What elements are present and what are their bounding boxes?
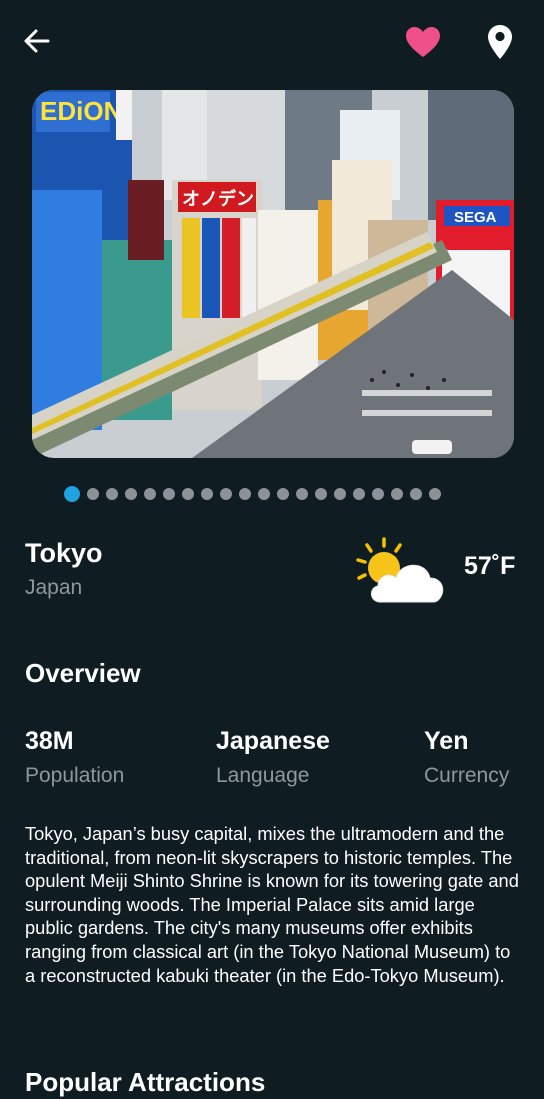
gallery-dot[interactable] <box>106 488 118 500</box>
arrow-left-icon <box>24 29 50 53</box>
stat-population-value: 38M <box>25 727 74 755</box>
gallery-dot[interactable] <box>87 488 99 500</box>
temperature: 57˚F <box>464 552 516 580</box>
back-button[interactable] <box>18 22 56 60</box>
gallery-dot[interactable] <box>64 486 80 502</box>
gallery-dot[interactable] <box>239 488 251 500</box>
stat-language-label: Language <box>216 764 310 787</box>
svg-text:オノデン: オノデン <box>182 188 254 210</box>
svg-text:SEGA: SEGA <box>454 209 497 226</box>
partly-sunny-icon <box>354 536 448 608</box>
city-name: Tokyo <box>25 538 103 568</box>
overview-heading: Overview <box>25 658 141 688</box>
city-description: Tokyo, Japan’s busy capital, mixes the u… <box>25 823 519 986</box>
gallery-dot[interactable] <box>163 488 175 500</box>
gallery-dot[interactable] <box>125 488 137 500</box>
stat-population-label: Population <box>25 764 125 787</box>
gallery-dot[interactable] <box>220 488 232 500</box>
stat-currency-label: Currency <box>424 764 510 787</box>
svg-text:EDiON: EDiON <box>40 96 122 126</box>
gallery-dot[interactable] <box>429 488 441 500</box>
gallery-dot[interactable] <box>277 488 289 500</box>
heart-icon <box>406 27 440 57</box>
gallery-dot[interactable] <box>334 488 346 500</box>
gallery-dot[interactable] <box>182 488 194 500</box>
gallery-dot[interactable] <box>201 488 213 500</box>
popular-attractions-heading: Popular Attractions <box>25 1067 266 1097</box>
country-name: Japan <box>25 576 83 599</box>
gallery-dot[interactable] <box>315 488 327 500</box>
gallery-dot[interactable] <box>144 488 156 500</box>
gallery-dot[interactable] <box>296 488 308 500</box>
stat-language-value: Japanese <box>216 727 330 755</box>
map-pin-icon <box>488 25 512 59</box>
gallery-dot[interactable] <box>353 488 365 500</box>
location-button[interactable] <box>482 20 518 64</box>
favorite-button[interactable] <box>402 22 444 62</box>
city-photo-illustration: EDiON オノデン SEGA SEGA <box>32 90 514 458</box>
gallery-pagination <box>64 486 441 502</box>
stat-currency-value: Yen <box>424 727 469 755</box>
gallery-dot[interactable] <box>391 488 403 500</box>
gallery-dot[interactable] <box>410 488 422 500</box>
gallery-dot[interactable] <box>258 488 270 500</box>
city-photo[interactable]: EDiON オノデン SEGA SEGA <box>32 90 514 458</box>
gallery-dot[interactable] <box>372 488 384 500</box>
top-bar <box>0 0 544 84</box>
